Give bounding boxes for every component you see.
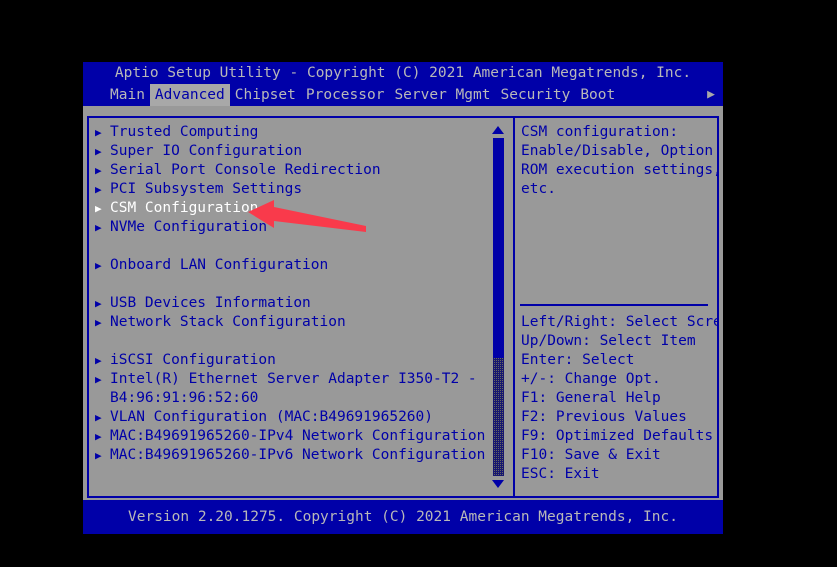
window-title: Aptio Setup Utility - Copyright (C) 2021… xyxy=(83,62,723,84)
menu-item[interactable]: ▶ VLAN Configuration (MAC:B49691965260) xyxy=(95,408,485,427)
help-key-line: +/-: Change Opt. xyxy=(521,371,661,387)
tab-processor[interactable]: Processor xyxy=(301,84,390,106)
help-description-line: CSM configuration: xyxy=(521,124,679,140)
triangle-right-icon: ▶ xyxy=(95,183,102,196)
triangle-right-icon: ▶ xyxy=(95,316,102,329)
menu-item[interactable]: ▶ MAC:B49691965260-IPv6 Network Configura… xyxy=(95,446,485,465)
help-description-line: Enable/Disable, Option xyxy=(521,143,714,159)
menu-item-label: iSCSI Configuration xyxy=(110,352,276,368)
triangle-right-icon: ▶ xyxy=(95,449,102,462)
triangle-right-icon: ▶ xyxy=(95,145,102,158)
menu-item[interactable]: ▶ Network Stack Configuration xyxy=(95,313,485,332)
help-separator xyxy=(520,304,708,306)
bios-setup-window: Aptio Setup Utility - Copyright (C) 2021… xyxy=(83,62,723,534)
menu-list: ▶ Trusted Computing ▶ Super IO Configuratio… xyxy=(95,123,485,465)
triangle-right-icon: ▶ xyxy=(95,297,102,310)
menu-item-label: Super IO Configuration xyxy=(110,143,303,159)
triangle-right-icon: ▶ xyxy=(95,354,102,367)
triangle-right-icon: ▶ xyxy=(95,430,102,443)
menu-item[interactable]: ▶ iSCSI Configuration xyxy=(95,351,485,370)
triangle-right-icon: ▶ xyxy=(95,373,102,386)
menu-item[interactable]: ▶ NVMe Configuration xyxy=(95,218,485,237)
screen-background: Aptio Setup Utility - Copyright (C) 2021… xyxy=(0,0,837,567)
menu-item[interactable]: ▶ Super IO Configuration xyxy=(95,142,485,161)
menu-item-label: Onboard LAN Configuration xyxy=(110,257,329,273)
help-description-line: etc. xyxy=(521,181,556,197)
triangle-down-icon[interactable] xyxy=(492,480,504,488)
tab-boot[interactable]: Boot xyxy=(575,84,620,106)
menu-item-label: NVMe Configuration xyxy=(110,219,268,235)
help-description-line: ROM execution settings, xyxy=(521,162,717,178)
help-key-line: F9: Optimized Defaults xyxy=(521,428,714,444)
menu-item-label: B4:96:91:96:52:60 xyxy=(110,390,259,406)
menu-item[interactable]: ▶ MAC:B49691965260-IPv4 Network Configura… xyxy=(95,427,485,446)
tab-main[interactable]: Main xyxy=(105,84,150,106)
menu-item[interactable]: ▶ PCI Subsystem Settings xyxy=(95,180,485,199)
help-key-bindings: Left/Right: Select Screen Up/Down: Select… xyxy=(521,313,717,484)
triangle-right-icon: ▶ xyxy=(95,221,102,234)
menu-item-label: Trusted Computing xyxy=(110,124,259,140)
menu-item[interactable]: ▶B4:96:91:96:52:60 xyxy=(95,389,485,408)
tab-server-mgmt[interactable]: Server Mgmt xyxy=(389,84,495,106)
help-key-line: Left/Right: Select Screen xyxy=(521,314,717,330)
menu-item[interactable]: ▶ Intel(R) Ethernet Server Adapter I350-T… xyxy=(95,370,485,389)
menu-scrollbar[interactable] xyxy=(489,122,509,492)
help-description: CSM configuration: Enable/Disable, Option… xyxy=(521,123,717,199)
menu-item-label: VLAN Configuration (MAC:B49691965260) xyxy=(110,409,434,425)
help-key-line: Enter: Select xyxy=(521,352,635,368)
menu-item[interactable]: ▶ Onboard LAN Configuration xyxy=(95,256,485,275)
menu-spacer xyxy=(95,237,485,256)
help-key-line: F1: General Help xyxy=(521,390,661,406)
menu-item-label: PCI Subsystem Settings xyxy=(110,181,303,197)
help-key-line: Up/Down: Select Item xyxy=(521,333,696,349)
triangle-right-icon: ▶ xyxy=(95,259,102,272)
menu-item-label: MAC:B49691965260-IPv6 Network Configurat… xyxy=(110,447,486,463)
triangle-right-icon: ▶ xyxy=(95,164,102,177)
tab-chipset[interactable]: Chipset xyxy=(230,84,301,106)
help-key-line: F2: Previous Values xyxy=(521,409,687,425)
tab-list: Main Advanced Chipset Processor Server Mgmt S… xyxy=(105,84,620,106)
menu-item-label: USB Devices Information xyxy=(110,295,311,311)
menu-item[interactable]: ▶ CSM Configuration xyxy=(95,199,485,218)
help-key-line: F10: Save & Exit xyxy=(521,447,661,463)
menu-pane: ▶ Trusted Computing ▶ Super IO Configuratio… xyxy=(89,118,513,496)
triangle-right-icon[interactable]: ▶ xyxy=(707,84,715,106)
triangle-right-icon: ▶ xyxy=(95,411,102,424)
menu-spacer xyxy=(95,332,485,351)
menu-item[interactable]: ▶ USB Devices Information xyxy=(95,294,485,313)
tab-security[interactable]: Security xyxy=(495,84,575,106)
menu-item-label: CSM Configuration xyxy=(110,200,259,216)
content-frame: ▶ Trusted Computing ▶ Super IO Configuratio… xyxy=(87,116,719,498)
help-key-line: ESC: Exit xyxy=(521,466,600,482)
menu-item[interactable]: ▶ Serial Port Console Redirection xyxy=(95,161,485,180)
triangle-right-icon: ▶ xyxy=(95,126,102,139)
window-footer: Version 2.20.1275. Copyright (C) 2021 Am… xyxy=(83,500,723,534)
menu-spacer xyxy=(95,275,485,294)
menu-item[interactable]: ▶ Trusted Computing xyxy=(95,123,485,142)
triangle-right-icon: ▶ xyxy=(95,202,102,215)
menu-item-label: MAC:B49691965260-IPv4 Network Configurat… xyxy=(110,428,486,444)
tab-advanced[interactable]: Advanced xyxy=(149,84,230,106)
menu-item-label: Intel(R) Ethernet Server Adapter I350-T2… xyxy=(110,371,477,387)
menu-item-label: Network Stack Configuration xyxy=(110,314,346,330)
tab-bar: Main Advanced Chipset Processor Server Mgmt S… xyxy=(83,84,723,106)
menu-item-label: Serial Port Console Redirection xyxy=(110,162,381,178)
scrollbar-thumb[interactable] xyxy=(493,138,504,358)
help-pane: CSM configuration: Enable/Disable, Option… xyxy=(515,118,717,496)
triangle-up-icon[interactable] xyxy=(492,126,504,134)
